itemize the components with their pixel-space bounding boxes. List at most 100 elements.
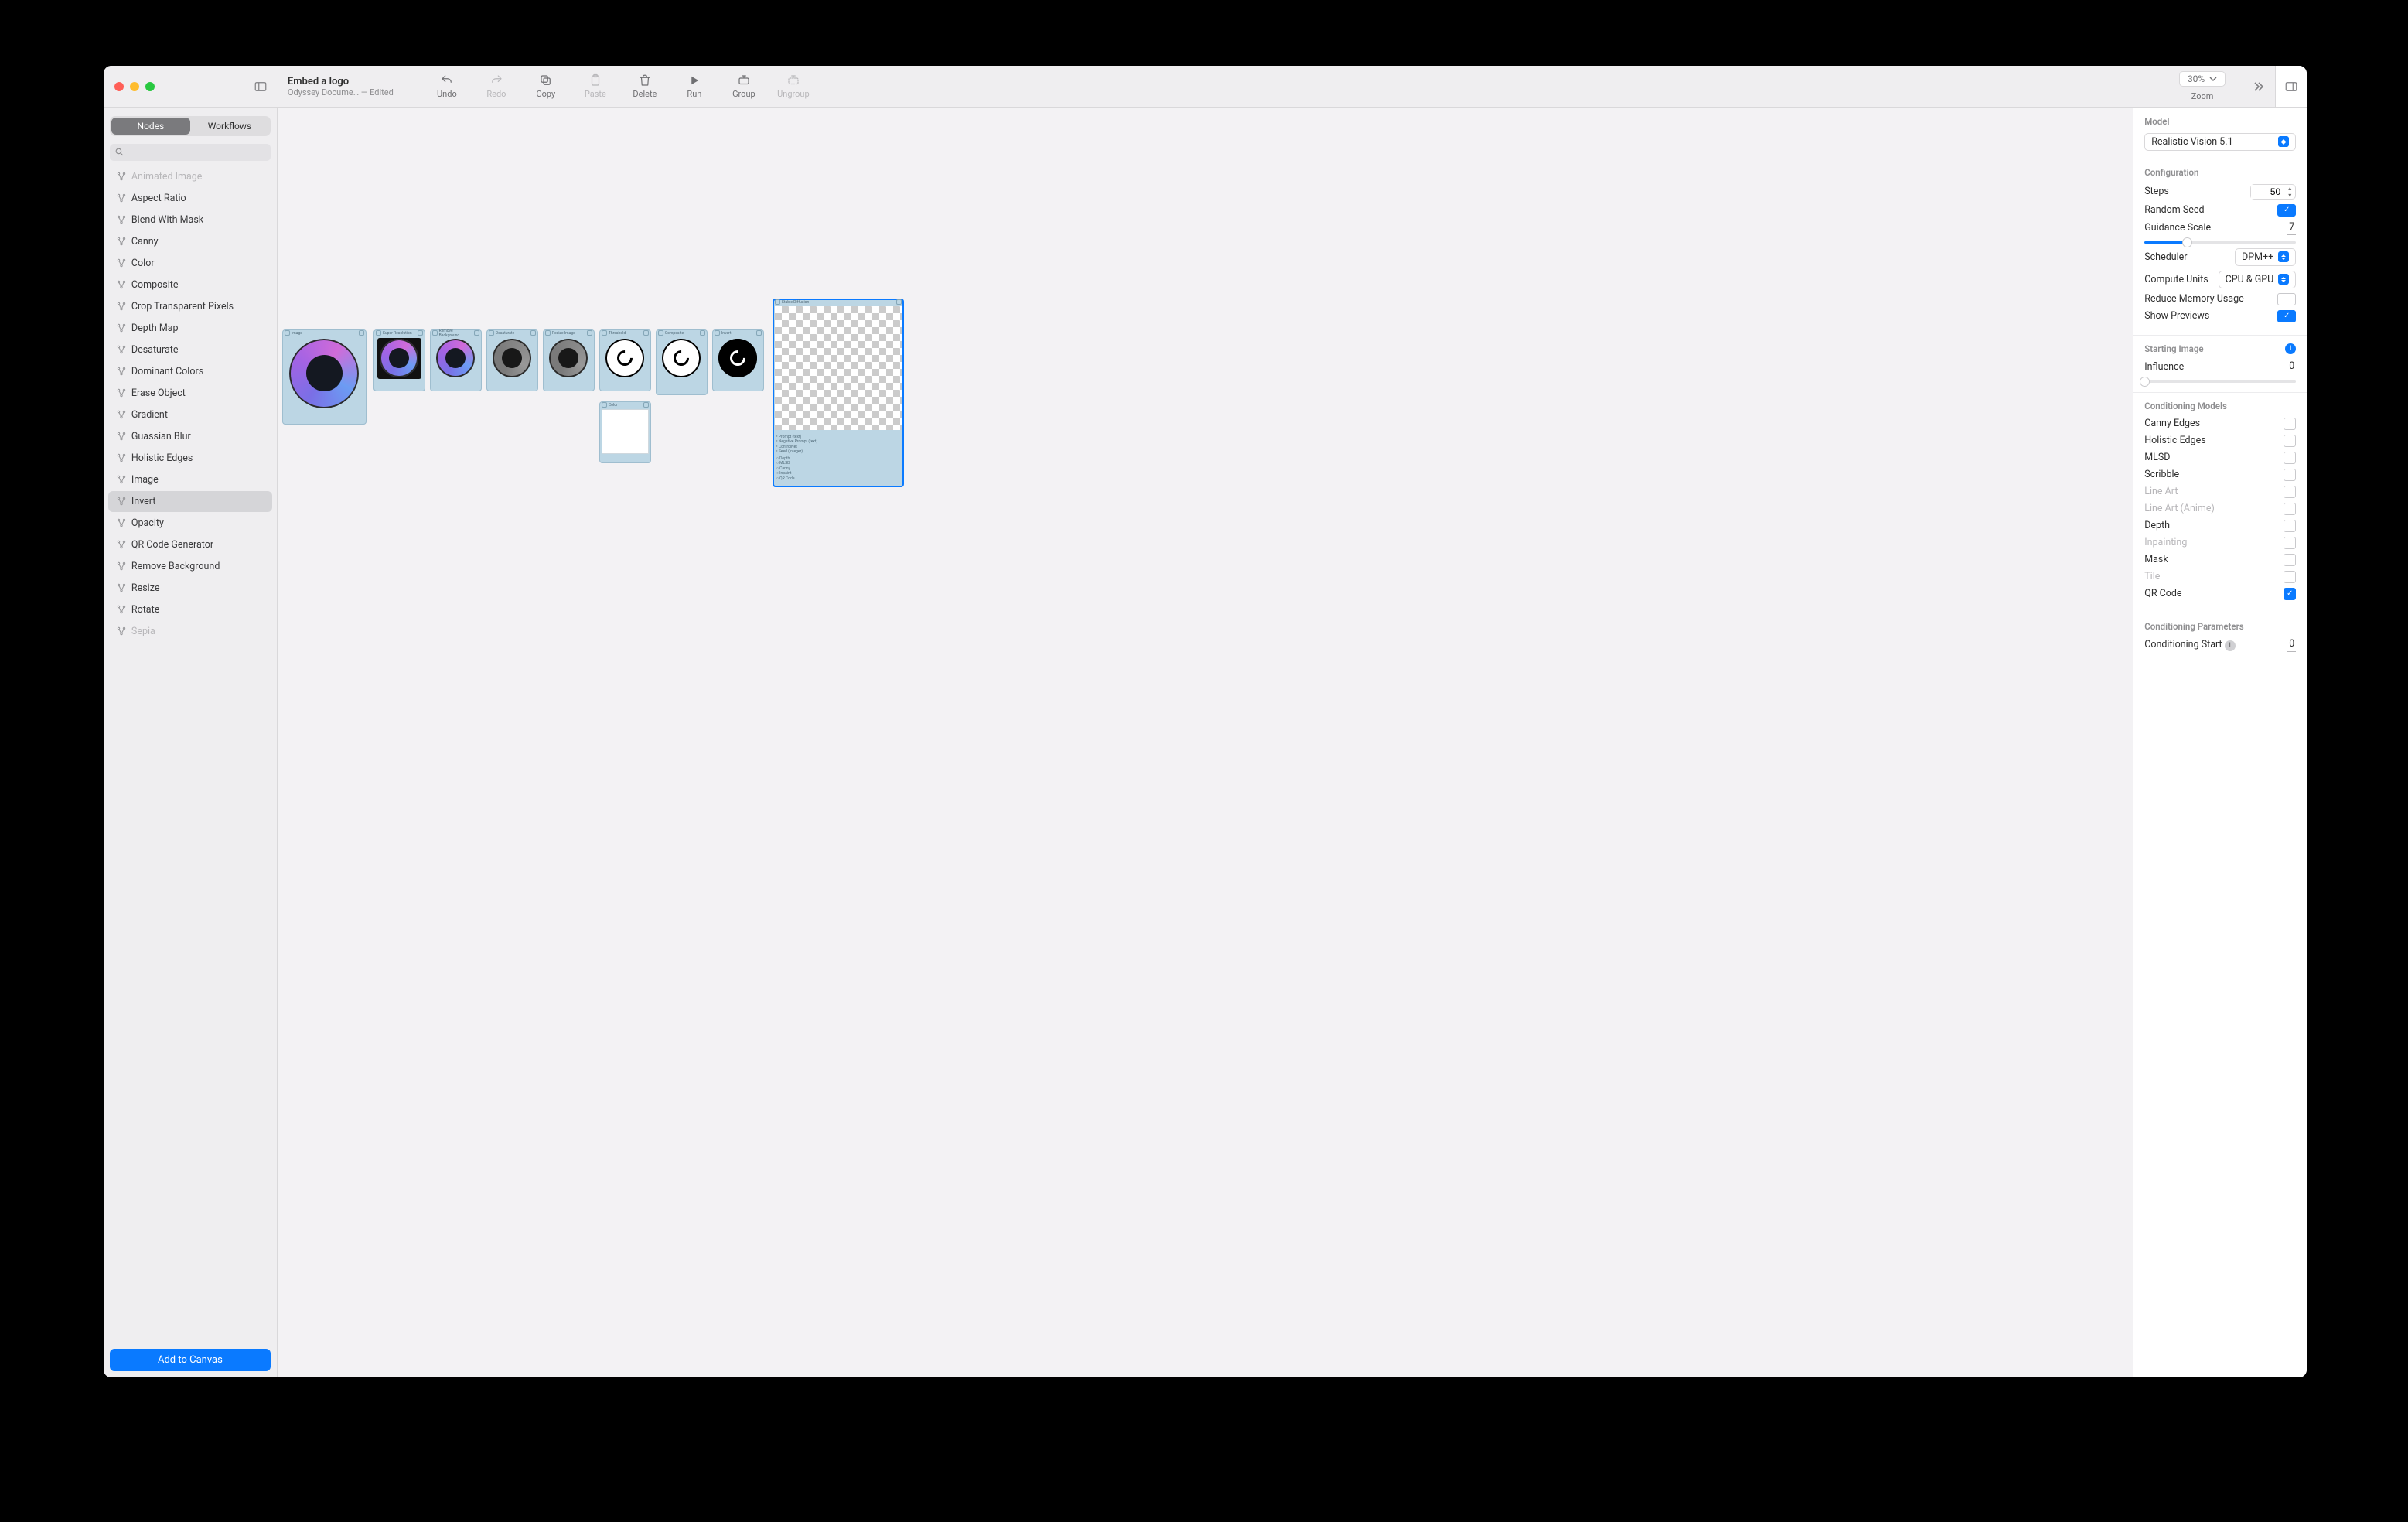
- canvas-node[interactable]: Composite: [656, 329, 708, 395]
- canvas-node[interactable]: Threshold: [599, 329, 651, 391]
- node-close-icon[interactable]: [474, 330, 479, 336]
- sidebar-item[interactable]: Invert: [108, 491, 272, 512]
- steps-stepper[interactable]: ▴▾: [2250, 184, 2296, 200]
- sidebar-item-label: Color: [131, 258, 155, 269]
- conditioning-checkbox[interactable]: [2284, 520, 2296, 532]
- conditioning-model-row: QR Code: [2144, 588, 2296, 600]
- node-close-icon[interactable]: [643, 402, 649, 408]
- row-steps: Steps ▴▾: [2144, 184, 2296, 200]
- node-close-icon[interactable]: [418, 330, 423, 336]
- influence-slider[interactable]: [2144, 380, 2296, 383]
- model-select[interactable]: Realistic Vision 5.1: [2144, 133, 2296, 151]
- search-input[interactable]: [110, 144, 271, 161]
- node-close-icon[interactable]: [359, 330, 364, 336]
- sidebar-item[interactable]: QR Code Generator: [108, 534, 272, 555]
- conditioning-checkbox[interactable]: [2284, 554, 2296, 566]
- sidebar-item-label: Desaturate: [131, 344, 179, 356]
- sidebar-item[interactable]: Resize: [108, 578, 272, 599]
- sidebar-item[interactable]: Gradient: [108, 404, 272, 425]
- conditioning-checkbox[interactable]: [2284, 469, 2296, 481]
- toolbar-overflow-button[interactable]: [2241, 66, 2275, 107]
- canvas-node[interactable]: Color: [599, 401, 651, 463]
- sidebar-item[interactable]: Color: [108, 253, 272, 274]
- canvas-node[interactable]: Resize Image: [543, 329, 595, 391]
- label: Conditioning Start i: [2144, 639, 2236, 651]
- toggle-inspector-button[interactable]: [2275, 66, 2307, 107]
- add-to-canvas-button[interactable]: Add to Canvas: [110, 1349, 271, 1371]
- conditioning-checkbox[interactable]: [2284, 452, 2296, 464]
- info-icon[interactable]: i: [2225, 640, 2236, 651]
- canvas-node[interactable]: Image: [282, 329, 367, 425]
- close-window-button[interactable]: [114, 82, 124, 91]
- sidebar-item-label: Remove Background: [131, 561, 220, 572]
- canvas-node[interactable]: Stable Diffusion• Prompt (text)• Negativ…: [773, 299, 904, 487]
- node-close-icon[interactable]: [587, 330, 592, 336]
- show-previews-toggle[interactable]: [2277, 310, 2296, 322]
- sidebar-item[interactable]: Image: [108, 469, 272, 490]
- group-button[interactable]: Group: [719, 66, 769, 107]
- sidebar-item[interactable]: Opacity: [108, 513, 272, 534]
- titlebar: Embed a logo Odyssey Docume… — Edited Un…: [104, 66, 2307, 108]
- sidebar-item[interactable]: Dominant Colors: [108, 361, 272, 382]
- section-heading: Conditioning Parameters: [2144, 621, 2296, 632]
- sidebar-item[interactable]: Erase Object: [108, 383, 272, 404]
- canvas-node[interactable]: Invert: [712, 329, 764, 391]
- updown-arrows-icon: [2278, 136, 2289, 147]
- node-close-icon[interactable]: [530, 330, 536, 336]
- toolbar-label: Group: [732, 89, 755, 99]
- sidebar-item[interactable]: Desaturate: [108, 340, 272, 360]
- guidance-scale-slider[interactable]: [2144, 241, 2296, 244]
- scheduler-select[interactable]: DPM++: [2235, 248, 2296, 266]
- steps-input[interactable]: [2251, 185, 2284, 199]
- stepper-buttons[interactable]: ▴▾: [2284, 185, 2295, 199]
- tab-nodes[interactable]: Nodes: [111, 118, 190, 135]
- canvas-node[interactable]: Desaturate: [486, 329, 538, 391]
- canvas[interactable]: ImageSuper ResolutionRemove BackgroundDe…: [278, 108, 2133, 1377]
- delete-button[interactable]: Delete: [620, 66, 670, 107]
- run-button[interactable]: Run: [670, 66, 719, 107]
- tab-workflows[interactable]: Workflows: [190, 118, 269, 135]
- node-header: Invert: [712, 329, 764, 337]
- node-close-icon[interactable]: [643, 330, 649, 336]
- sidebar-item[interactable]: Crop Transparent Pixels: [108, 296, 272, 317]
- info-icon[interactable]: i: [2285, 343, 2296, 354]
- zoom-window-button[interactable]: [145, 82, 155, 91]
- compute-units-select[interactable]: CPU & GPU: [2219, 271, 2297, 288]
- sidebar-item[interactable]: Holistic Edges: [108, 448, 272, 469]
- node-list[interactable]: Animated ImageAspect RatioBlend With Mas…: [104, 166, 277, 1343]
- conditioning-checkbox[interactable]: [2284, 588, 2296, 600]
- reduce-memory-toggle[interactable]: [2277, 293, 2296, 305]
- undo-button[interactable]: Undo: [422, 66, 472, 107]
- node-close-icon[interactable]: [700, 330, 705, 336]
- sidebar-item-label: Rotate: [131, 604, 159, 616]
- zoom-control[interactable]: 30% Zoom: [2164, 66, 2241, 107]
- sidebar-item-label: Invert: [131, 496, 156, 507]
- sidebar-item[interactable]: Rotate: [108, 599, 272, 620]
- copy-button[interactable]: Copy: [521, 66, 571, 107]
- sidebar-item[interactable]: Remove Background: [108, 556, 272, 577]
- sidebar-item[interactable]: Aspect Ratio: [108, 188, 272, 209]
- sidebar-item[interactable]: Depth Map: [108, 318, 272, 339]
- sidebar-item[interactable]: Sepia: [108, 621, 272, 642]
- undo-icon: [440, 73, 454, 87]
- random-seed-toggle[interactable]: [2277, 204, 2296, 217]
- label: Tile: [2144, 571, 2160, 582]
- conditioning-checkbox[interactable]: [2284, 418, 2296, 430]
- node-close-icon[interactable]: [756, 330, 762, 336]
- node-type-icon: [116, 626, 127, 636]
- sidebar-item[interactable]: Composite: [108, 275, 272, 295]
- sidebar-item[interactable]: Animated Image: [108, 166, 272, 187]
- minimize-window-button[interactable]: [130, 82, 139, 91]
- sidebar-item[interactable]: Guassian Blur: [108, 426, 272, 447]
- toggle-sidebar-button[interactable]: [254, 80, 277, 94]
- conditioning-start-value: 0: [2287, 638, 2296, 652]
- canvas-node[interactable]: Super Resolution: [373, 329, 425, 391]
- sidebar-item-label: Sepia: [131, 626, 155, 637]
- sidebar-item[interactable]: Canny: [108, 231, 272, 252]
- label: Scribble: [2144, 469, 2179, 480]
- canvas-node[interactable]: Remove Background: [430, 329, 482, 391]
- sidebar-item[interactable]: Blend With Mask: [108, 210, 272, 230]
- node-close-icon[interactable]: [896, 299, 902, 305]
- zoom-select[interactable]: 30%: [2179, 71, 2226, 87]
- conditioning-checkbox[interactable]: [2284, 435, 2296, 447]
